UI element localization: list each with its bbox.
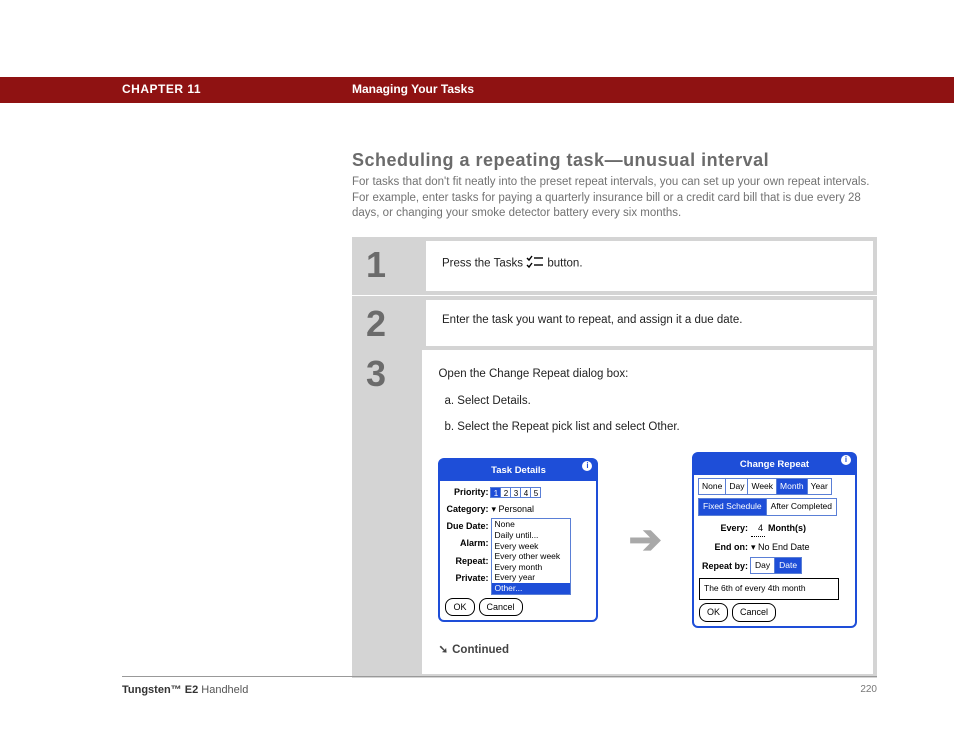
step-3-b: b. Select the Repeat pick list and selec… bbox=[444, 417, 857, 438]
step-2-number: 2 bbox=[366, 306, 426, 342]
ok-button[interactable]: OK bbox=[699, 603, 728, 621]
every-value[interactable]: 4 bbox=[751, 520, 765, 537]
step-3-a: a. Select Details. bbox=[444, 391, 857, 412]
alarm-label: Alarm: bbox=[445, 535, 491, 551]
every-unit: Month(s) bbox=[768, 520, 806, 536]
continued-arrow-icon: ➘ bbox=[438, 640, 448, 661]
step-3-body: Open the Change Repeat dialog box: a. Se… bbox=[422, 350, 873, 674]
chapter-title: Managing Your Tasks bbox=[352, 82, 474, 96]
repeatby-segment[interactable]: Day Date bbox=[751, 557, 802, 574]
interval-tabs[interactable]: None Day Week Month Year bbox=[699, 478, 850, 495]
page-number: 220 bbox=[860, 684, 877, 695]
step-2-body: Enter the task you want to repeat, and a… bbox=[426, 300, 873, 350]
endon-label: End on: bbox=[699, 539, 751, 555]
step-1: 1 Press the Tasks button. bbox=[352, 237, 877, 295]
step-1-text-pre: Press the Tasks bbox=[442, 258, 526, 270]
priority-label: Priority: bbox=[445, 484, 491, 500]
cancel-button[interactable]: Cancel bbox=[479, 598, 523, 616]
footer-product: Tungsten™ E2 Handheld bbox=[122, 684, 248, 696]
duedate-label: Due Date: bbox=[445, 518, 491, 534]
step-1-body: Press the Tasks button. bbox=[426, 241, 873, 291]
change-repeat-title: Change Repeat i bbox=[694, 454, 855, 475]
repeat-label: Repeat: bbox=[445, 553, 491, 569]
endon-picker[interactable]: ▾ No End Date bbox=[751, 539, 810, 555]
footer-rule bbox=[122, 676, 877, 677]
mode-segment[interactable]: Fixed Schedule After Completed bbox=[699, 498, 850, 515]
repeat-picklist[interactable]: None Daily until... Every week Every oth… bbox=[491, 518, 571, 594]
repeat-summary: The 6th of every 4th month bbox=[699, 578, 839, 600]
priority-selector[interactable]: 1 2 3 4 5 bbox=[491, 487, 541, 498]
section-title: Scheduling a repeating task—unusual inte… bbox=[352, 150, 769, 171]
task-details-dialog: Task Details i Priority: 1 2 3 4 5 bbox=[438, 458, 598, 622]
category-label: Category: bbox=[445, 501, 491, 517]
cancel-button[interactable]: Cancel bbox=[732, 603, 776, 621]
step-3-lead: Open the Change Repeat dialog box: bbox=[438, 364, 857, 385]
section-intro: For tasks that don't fit neatly into the… bbox=[352, 175, 872, 222]
repeatby-label: Repeat by: bbox=[699, 558, 751, 574]
task-details-title: Task Details i bbox=[440, 460, 596, 481]
every-label: Every: bbox=[699, 520, 751, 536]
tasks-icon bbox=[526, 255, 544, 272]
info-icon[interactable]: i bbox=[841, 455, 851, 465]
step-3-number: 3 bbox=[366, 356, 422, 392]
step-1-number: 1 bbox=[366, 247, 426, 283]
continued-indicator: ➘Continued bbox=[438, 640, 857, 661]
change-repeat-dialog: Change Repeat i None Day Week Month Year… bbox=[692, 452, 857, 628]
step-3: 3 Open the Change Repeat dialog box: a. … bbox=[352, 346, 877, 678]
step-1-text-post: button. bbox=[547, 258, 582, 270]
private-label: Private: bbox=[445, 570, 491, 586]
ok-button[interactable]: OK bbox=[445, 598, 474, 616]
info-icon[interactable]: i bbox=[582, 461, 592, 471]
arrow-right-icon: ➔ bbox=[628, 504, 662, 576]
chapter-label: CHAPTER 11 bbox=[122, 82, 201, 96]
category-picker[interactable]: ▾ Personal bbox=[491, 501, 534, 517]
